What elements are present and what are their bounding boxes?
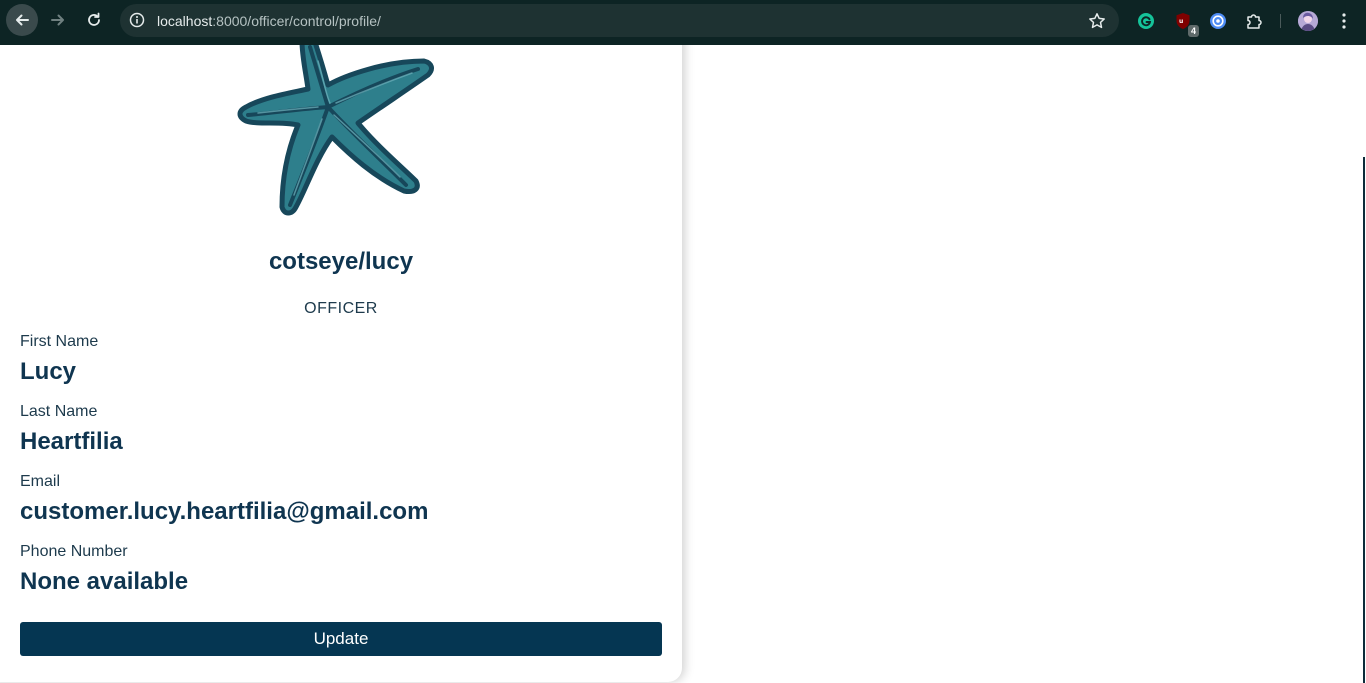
reload-icon <box>88 12 100 26</box>
profile-username: cotseye/lucy <box>268 248 414 275</box>
svg-text:u: u <box>1179 18 1183 25</box>
forward-button[interactable] <box>42 4 74 36</box>
browser-toolbar: localhost:8000/officer/control/profile/ … <box>0 0 1366 45</box>
back-arrow-icon <box>16 14 29 26</box>
first-name-label: First Name <box>20 333 99 350</box>
reload-button[interactable] <box>78 4 110 36</box>
last-name-label: Last Name <box>20 403 98 420</box>
bookmark-star-icon[interactable] <box>1087 11 1107 31</box>
forward-arrow-icon <box>51 14 64 26</box>
starfish-logo <box>237 45 434 216</box>
circle-extension-icon[interactable] <box>1208 11 1228 31</box>
extension-badge: 4 <box>1187 25 1199 37</box>
first-name-value: Lucy <box>20 358 77 385</box>
site-info-icon[interactable] <box>128 11 146 29</box>
right-edge-rule <box>1363 157 1365 683</box>
back-button[interactable] <box>6 4 38 36</box>
phone-number-value: None available <box>20 568 189 595</box>
update-button[interactable]: Update <box>20 622 662 656</box>
profile-role: OFFICER <box>304 300 378 317</box>
email-value: customer.lucy.heartfilia@gmail.com <box>20 498 429 525</box>
url-host: localhost <box>157 13 213 29</box>
ublock-icon[interactable]: u 4 <box>1173 11 1199 37</box>
address-bar[interactable]: localhost:8000/officer/control/profile/ <box>120 4 1119 37</box>
profile-avatar[interactable] <box>1298 11 1318 31</box>
grammarly-icon[interactable] <box>1136 11 1156 31</box>
url-path: :8000/officer/control/profile/ <box>212 13 381 29</box>
toolbar-divider <box>1280 14 1281 28</box>
last-name-value: Heartfilia <box>20 428 123 455</box>
kebab-menu-icon[interactable] <box>1334 11 1354 31</box>
email-label: Email <box>20 473 61 490</box>
page-viewport: cotseye/lucy OFFICER First Name Lucy Las… <box>0 45 1366 683</box>
puzzle-icon[interactable] <box>1244 11 1264 31</box>
phone-number-label: Phone Number <box>20 543 128 560</box>
url-text[interactable]: localhost:8000/officer/control/profile/ <box>157 13 381 29</box>
